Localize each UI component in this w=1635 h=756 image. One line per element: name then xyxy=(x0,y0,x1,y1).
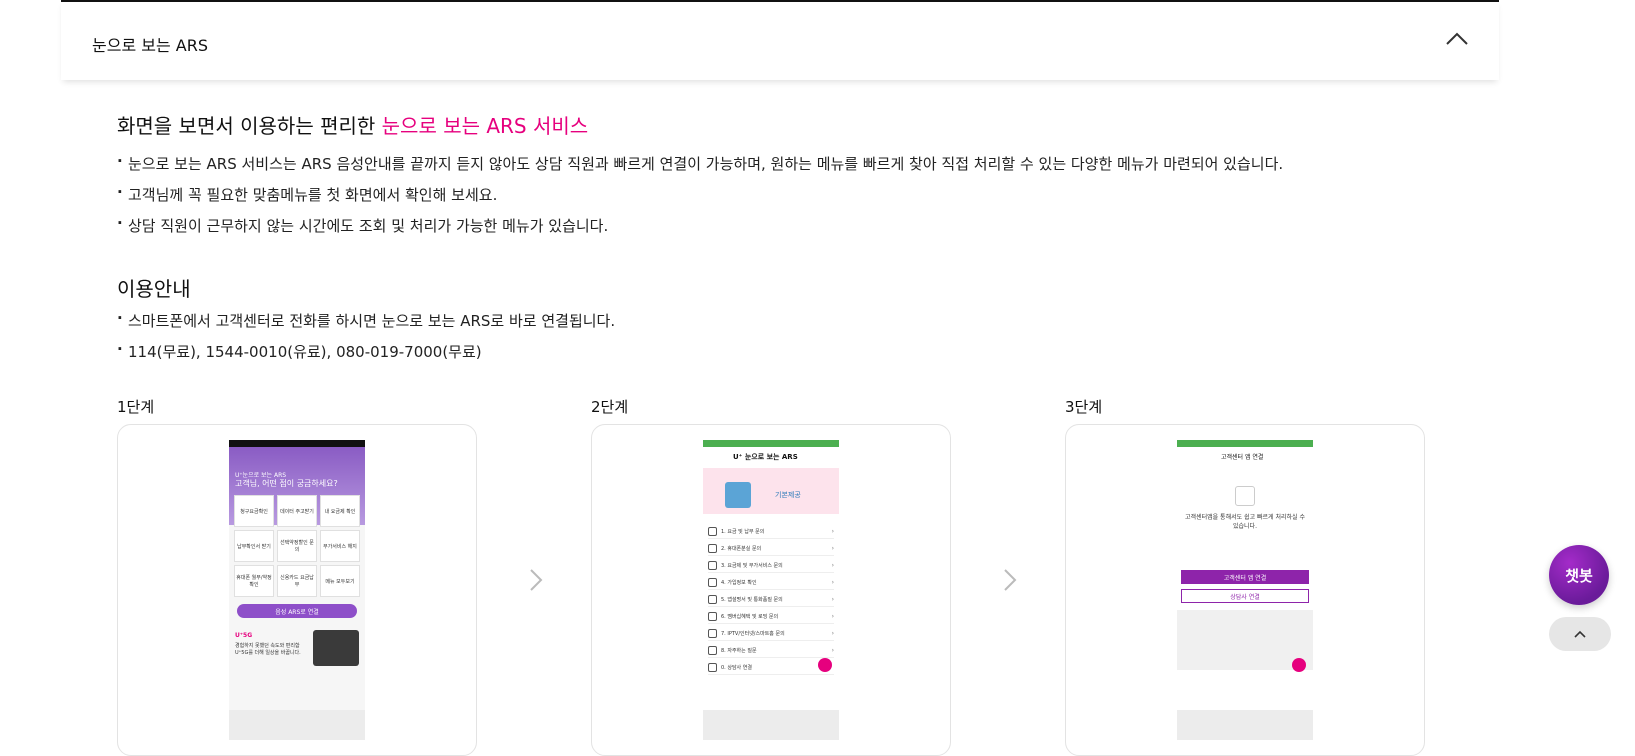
menu-tile: 데이터 주고받기 xyxy=(277,495,317,527)
chevron-up-icon[interactable] xyxy=(1445,30,1469,46)
promo-text: 경험하지 못했던 속도와 편리함 U⁺5G를 더해 일상을 바꿉니다. xyxy=(235,643,301,656)
phone-screenshot-2: U⁺ 눈으로 보는 ARS 기본제공 1. 요금 및 납부 문의 › 2. 휴대폰… xyxy=(703,440,839,740)
intro-heading-prefix: 화면을 보면서 이용하는 편리한 xyxy=(117,114,382,138)
banner-area xyxy=(703,468,839,514)
intro-bullet: 고객님께 꼭 필요한 맞춤메뉴를 첫 화면에서 확인해 보세요. xyxy=(117,183,497,205)
menu-tile: 부가서비스 해지 xyxy=(320,530,360,562)
app-connect-button: 고객센터 앱 연결 xyxy=(1181,570,1309,584)
phone-greeting: 고객님, 어떤 점이 궁금하세요? xyxy=(235,479,338,488)
status-bar xyxy=(1177,440,1313,447)
menu-row: 1. 요금 및 납부 문의 › xyxy=(708,524,834,539)
mascot-image xyxy=(725,482,751,508)
android-nav-bar xyxy=(229,710,365,740)
status-bar xyxy=(703,440,839,447)
menu-row: 5. 앱설명서 및 통화품질 문의 › xyxy=(708,592,834,607)
chevron-right-icon xyxy=(1004,569,1017,591)
voice-ars-button: 음성 ARS로 연결 xyxy=(237,604,357,618)
menu-tile: 납부확인서 받기 xyxy=(234,530,274,562)
menu-tile: 메뉴 모두보기 xyxy=(320,565,360,597)
promo-title: U⁺5G xyxy=(235,632,253,639)
step-label-3: 3단계 xyxy=(1065,398,1103,416)
phone-title: U⁺ 눈으로 보는 ARS xyxy=(733,453,798,461)
menu-tile: 청구요금확인 xyxy=(234,495,274,527)
menu-row: 0. 상담사 연결 xyxy=(708,660,834,675)
intro-bullet: 상담 직원이 근무하지 않는 시간에도 조회 및 처리가 가능한 메뉴가 있습니… xyxy=(117,214,608,236)
menu-tile: 휴대폰 월부/약정 확인 xyxy=(234,565,274,597)
intro-bullet: 눈으로 보는 ARS 서비스는 ARS 음성안내를 끝까지 듣지 않아도 상담 … xyxy=(117,152,1283,174)
guide-bullet: 114(무료), 1544-0010(유료), 080-019-7000(무료) xyxy=(117,340,482,362)
chatbot-button[interactable]: 챗봇 xyxy=(1549,545,1609,605)
menu-row: 3. 요금제 및 부가서비스 문의 › xyxy=(708,558,834,573)
agent-connect-button: 상담사 연결 xyxy=(1181,589,1309,603)
menu-row: 2. 휴대폰분실 문의 › xyxy=(708,541,834,556)
step-card-2: U⁺ 눈으로 보는 ARS 기본제공 1. 요금 및 납부 문의 › 2. 휴대폰… xyxy=(591,424,951,756)
chevron-up-icon xyxy=(1574,630,1586,638)
guide-bullet: 스마트폰에서 고객센터로 전화를 하시면 눈으로 보는 ARS로 바로 연결됩니… xyxy=(117,309,615,331)
menu-row: 6. 멤버십혜택 및 로밍 문의 › xyxy=(708,609,834,624)
intro-heading-accent: 눈으로 보는 ARS 서비스 xyxy=(381,114,589,138)
phone-screenshot-3: 고객센터 앱 연결 고객센터앱을 통해서도 쉽고 빠르게 처리하실 수 있습니다… xyxy=(1177,440,1313,740)
banner-text: 기본제공 xyxy=(775,491,801,499)
step-card-3: 고객센터 앱 연결 고객센터앱을 통해서도 쉽고 빠르게 처리하실 수 있습니다… xyxy=(1065,424,1425,756)
promo-image xyxy=(313,630,359,666)
guide-heading: 이용안내 xyxy=(117,277,191,301)
step-label-1: 1단계 xyxy=(117,398,155,416)
scroll-top-button[interactable] xyxy=(1549,617,1611,651)
menu-row: 7. IPTV/인터넷/스마트홈 문의 › xyxy=(708,626,834,641)
menu-row: 4. 가입정보 확인 › xyxy=(708,575,834,590)
plus-fab-icon xyxy=(1292,658,1306,672)
menu-grid: 청구요금확인 데이터 주고받기 내 요금제 확인 납부확인서 받기 선택약정할인… xyxy=(234,495,360,597)
accordion-title: 눈으로 보는 ARS xyxy=(92,36,208,55)
android-nav-bar xyxy=(703,710,839,740)
menu-tile: 신용카드 요금납부 xyxy=(277,565,317,597)
connect-message: 고객센터앱을 통해서도 쉽고 빠르게 처리하실 수 있습니다. xyxy=(1185,514,1305,530)
intro-heading: 화면을 보면서 이용하는 편리한 눈으로 보는 ARS 서비스 xyxy=(117,110,588,139)
menu-tile: 선택약정할인 문의 xyxy=(277,530,317,562)
phone-title: 고객센터 앱 연결 xyxy=(1221,454,1264,461)
step-label-2: 2단계 xyxy=(591,398,629,416)
uplus-logo-icon xyxy=(1235,486,1255,506)
chevron-right-icon xyxy=(530,569,543,591)
android-nav-bar xyxy=(1177,710,1313,740)
menu-row: 8. 자주하는 질문 › xyxy=(708,643,834,658)
plus-fab-icon xyxy=(818,658,832,672)
phone-screenshot-1: U⁺눈으로 보는 ARS 고객님, 어떤 점이 궁금하세요? 청구요금확인 데이… xyxy=(229,440,365,740)
menu-tile: 내 요금제 확인 xyxy=(320,495,360,527)
accordion-header[interactable]: 눈으로 보는 ARS xyxy=(61,0,1499,80)
step-card-1: U⁺눈으로 보는 ARS 고객님, 어떤 점이 궁금하세요? 청구요금확인 데이… xyxy=(117,424,477,756)
status-bar xyxy=(229,440,365,447)
